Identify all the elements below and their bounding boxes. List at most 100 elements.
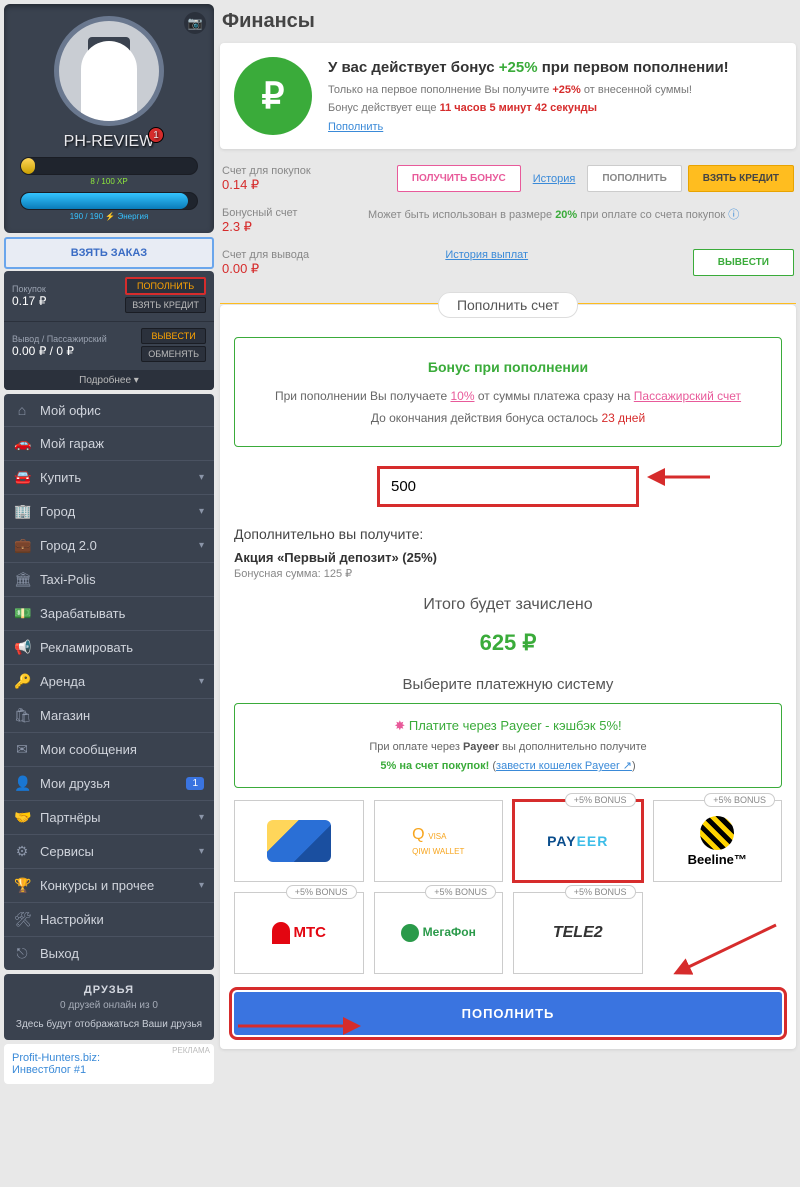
nav-label: Taxi-Polis: [40, 572, 96, 587]
username: PH-REVIEW 1: [12, 133, 206, 151]
withdraw-button[interactable]: ВЫВЕСТИ: [693, 249, 794, 276]
nav-icon: 🤝: [14, 809, 30, 826]
total-value: 625 ₽: [234, 630, 782, 656]
nav-menu: ⌂Мой офис🚗Мой гараж🚘Купить▾🏢Город▾💼Город…: [4, 394, 214, 970]
topup-card: Бонус при пополнении При пополнении Вы п…: [220, 305, 796, 1049]
promo-name: Акция «Первый депозит» (25%): [234, 550, 782, 565]
bonus-topup-link[interactable]: Пополнить: [328, 121, 383, 133]
nav-label: Город: [40, 504, 75, 519]
nav-label: Магазин: [40, 708, 90, 723]
nav-Город 2.0[interactable]: 💼Город 2.0▾: [4, 528, 214, 562]
get-bonus-button[interactable]: ПОЛУЧИТЬ БОНУС: [397, 165, 521, 192]
credit-button[interactable]: ВЗЯТЬ КРЕДИТ: [688, 165, 794, 192]
pay-beeline[interactable]: +5% BONUSBeeline™: [653, 800, 783, 882]
promo-sum: Бонусная сумма: 125 ₽: [234, 567, 782, 580]
extra-heading: Дополнительно вы получите:: [234, 526, 782, 542]
nav-label: Мои сообщения: [40, 742, 137, 757]
nav-Рекламировать[interactable]: 📢 Рекламировать: [4, 630, 214, 664]
nav-icon: 💵: [14, 605, 30, 622]
amount-input[interactable]: [378, 467, 638, 506]
pay-tele2[interactable]: +5% BONUSTELE2: [513, 892, 643, 974]
pay-mts[interactable]: +5% BONUSМТС: [234, 892, 364, 974]
mini-credit-button[interactable]: ВЗЯТЬ КРЕДИТ: [125, 297, 206, 313]
payeer-promo: Платите через Payeer - кэшбэк 5%! При оп…: [234, 703, 782, 788]
pay-megafon[interactable]: +5% BONUSМегаФон: [374, 892, 504, 974]
account-out-row: Счет для вывода 0.00 ₽ История выплат ВЫ…: [220, 245, 796, 287]
nav-Мой гараж[interactable]: 🚗 Мой гараж: [4, 426, 214, 460]
profile-card: 📷 PH-REVIEW 1 8 / 100 XP 190 / 190 ⚡ Эне…: [4, 4, 214, 233]
pay-payeer[interactable]: +5% BONUSPAYEER: [513, 800, 643, 882]
chevron-down-icon: ▾: [199, 880, 204, 891]
nav-icon: 🚗: [14, 435, 30, 452]
chevron-down-icon: ▾: [199, 846, 204, 857]
history-link[interactable]: История: [527, 173, 582, 185]
friends-sub: 0 друзей онлайн из 0: [12, 1000, 206, 1011]
nav-label: Выход: [40, 946, 79, 961]
acct-out-value: 0.00 ₽: [222, 261, 352, 277]
nav-Аренда[interactable]: 🔑Аренда▾: [4, 664, 214, 698]
friends-box: ДРУЗЬЯ 0 друзей онлайн из 0 Здесь будут …: [4, 974, 214, 1040]
mini-exchange-button[interactable]: ОБМЕНЯТЬ: [141, 346, 206, 362]
notif-badge[interactable]: 1: [148, 127, 164, 143]
chevron-down-icon: ▾: [199, 676, 204, 687]
mini-out-value: 0.00 ₽ / 0 ₽: [12, 344, 107, 358]
nav-icon: 🏢: [14, 503, 30, 520]
nav-Мои друзья[interactable]: 👤Мои друзья1: [4, 766, 214, 800]
page-title: Финансы: [220, 4, 796, 43]
nav-Партнёры[interactable]: 🤝 Партнёры ▾: [4, 800, 214, 834]
nav-icon: 🏛: [14, 571, 30, 588]
payeer-wallet-link[interactable]: завести кошелек Payeer ↗: [496, 760, 632, 772]
nav-Мой офис[interactable]: ⌂Мой офис: [4, 394, 214, 426]
total-label: Итого будет зачислено: [234, 596, 782, 614]
acct-out-label: Счет для вывода: [222, 249, 352, 261]
nav-icon: ⚙: [14, 843, 30, 860]
ad-link2[interactable]: Инвестблог #1: [12, 1064, 86, 1076]
xp-bar: [20, 157, 198, 175]
nav-label: Настройки: [40, 912, 104, 927]
nav-Мои сообщения[interactable]: ✉Мои сообщения: [4, 732, 214, 766]
nav-Сервисы[interactable]: ⚙Сервисы▾: [4, 834, 214, 868]
mini-more-button[interactable]: Подробнее ▾: [4, 371, 214, 390]
mini-buy-label: Покупок: [12, 284, 46, 294]
take-order-button[interactable]: ВЗЯТЬ ЗАКАЗ: [4, 237, 214, 269]
pay-cards[interactable]: [234, 800, 364, 882]
mini-out-label: Вывод / Пассажирский: [12, 334, 107, 344]
avatar[interactable]: [54, 16, 164, 126]
nav-label: Рекламировать: [40, 640, 133, 655]
bonus-title: У вас действует бонус +25% при первом по…: [328, 59, 729, 76]
payout-history-link[interactable]: История выплат: [439, 249, 534, 261]
nav-Конкурсы и прочее[interactable]: 🏆Конкурсы и прочее▾: [4, 868, 214, 902]
nav-label: Партнёры: [40, 810, 100, 825]
acct-buy-value: 0.14 ₽: [222, 177, 352, 193]
chevron-down-icon: ▾: [199, 540, 204, 551]
xp-text: 8 / 100 XP: [12, 177, 206, 186]
choose-label: Выберите платежную систему: [234, 676, 782, 693]
account-bonus-row: Бонусный счет 2.3 ₽ Может быть использов…: [220, 203, 796, 245]
nav-Taxi-Polis[interactable]: 🏛 Taxi-Polis: [4, 562, 214, 596]
nav-Магазин[interactable]: 🛍 Магазин: [4, 698, 214, 732]
pay-visa-qiwi[interactable]: Q VISAQIWI WALLET: [374, 800, 504, 882]
bonus-banner: ₽ У вас действует бонус +25% при первом …: [220, 43, 796, 149]
nav-Выход[interactable]: ⎋Выход: [4, 936, 214, 970]
topup-button[interactable]: ПОПОЛНИТЬ: [587, 165, 681, 192]
acct-bonus-value: 2.3 ₽: [222, 219, 352, 235]
nav-icon: 🚘: [14, 469, 30, 486]
nav-Настройки[interactable]: 🛠Настройки: [4, 902, 214, 936]
nav-icon: 🏆: [14, 877, 30, 894]
nav-Купить[interactable]: 🚘Купить▾: [4, 460, 214, 494]
mini-topup-button[interactable]: ПОПОЛНИТЬ: [125, 277, 206, 295]
nav-icon: 📢: [14, 639, 30, 656]
camera-icon[interactable]: 📷: [184, 12, 206, 34]
nav-Зарабатывать[interactable]: 💵Зарабатывать: [4, 596, 214, 630]
ad-box[interactable]: РЕКЛАМА Profit-Hunters.biz: Инвестблог #…: [4, 1044, 214, 1084]
acct-buy-label: Счет для покупок: [222, 165, 352, 177]
nav-Город[interactable]: 🏢Город▾: [4, 494, 214, 528]
mini-withdraw-button[interactable]: ВЫВЕСТИ: [141, 328, 206, 344]
nav-label: Мой гараж: [40, 436, 104, 451]
chevron-down-icon: ▾: [199, 812, 204, 823]
bonus-line1: Только на первое пополнение Вы получите …: [328, 82, 729, 100]
ad-link1[interactable]: Profit-Hunters.biz:: [12, 1052, 100, 1064]
acct-bonus-label: Бонусный счет: [222, 207, 352, 219]
nav-icon: 🛍: [14, 707, 30, 724]
mini-buy-value: 0.17 ₽: [12, 294, 46, 308]
